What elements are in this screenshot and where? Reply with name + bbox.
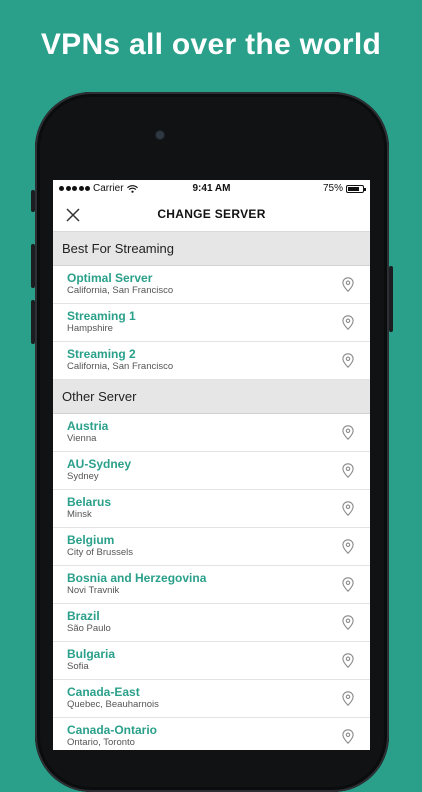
server-text: Streaming 2 California, San Francisco <box>67 347 174 373</box>
server-name: Bosnia and Herzegovina <box>67 571 207 585</box>
server-location: Sofia <box>67 661 89 672</box>
location-pin-icon[interactable] <box>342 729 354 744</box>
location-pin-icon[interactable] <box>342 539 354 554</box>
server-name: Austria <box>67 419 109 433</box>
server-text: Belgium City of Brussels <box>67 533 133 559</box>
phone-power-button <box>389 266 393 332</box>
server-location: California, San Francisco <box>67 285 174 296</box>
server-text: Canada-Ontario Ontario, Toronto <box>67 723 158 749</box>
server-location: Quebec, Beauharnois <box>67 699 159 710</box>
location-pin-icon[interactable] <box>342 315 354 330</box>
server-text: Bosnia and Herzegovina Novi Travnik <box>67 571 207 597</box>
server-text: Brazil São Paulo <box>67 609 111 635</box>
location-pin-icon[interactable] <box>342 691 354 706</box>
server-location: Novi Travnik <box>67 585 120 596</box>
section-header: Best For Streaming <box>53 232 370 266</box>
server-row[interactable]: Austria Vienna <box>53 414 370 452</box>
server-name: Streaming 2 <box>67 347 136 361</box>
battery-fill <box>348 186 359 191</box>
server-text: Austria Vienna <box>67 419 109 445</box>
server-location: City of Brussels <box>67 547 133 558</box>
server-row[interactable]: Streaming 2 California, San Francisco <box>53 342 370 380</box>
server-row[interactable]: Canada-Ontario Ontario, Toronto <box>53 718 370 750</box>
status-bar: Carrier 9:41 AM 75% <box>53 180 370 198</box>
server-name: Streaming 1 <box>67 309 136 323</box>
server-location: Minsk <box>67 509 92 520</box>
location-pin-icon[interactable] <box>342 501 354 516</box>
server-row[interactable]: Bosnia and Herzegovina Novi Travnik <box>53 566 370 604</box>
phone-volume-down-button <box>31 300 35 344</box>
server-row[interactable]: AU-Sydney Sydney <box>53 452 370 490</box>
server-text: AU-Sydney Sydney <box>67 457 132 483</box>
server-location: Hampshire <box>67 323 113 334</box>
server-row[interactable]: Brazil São Paulo <box>53 604 370 642</box>
server-name: AU-Sydney <box>67 457 132 471</box>
page-title: CHANGE SERVER <box>157 207 266 221</box>
server-row[interactable]: Optimal Server California, San Francisco <box>53 266 370 304</box>
server-name: Bulgaria <box>67 647 116 661</box>
nav-bar: CHANGE SERVER <box>53 198 370 232</box>
location-pin-icon[interactable] <box>342 353 354 368</box>
location-pin-icon[interactable] <box>342 277 354 292</box>
server-location: Sydney <box>67 471 99 482</box>
battery-icon <box>346 184 366 193</box>
server-list: Best For Streaming Optimal Server Californ… <box>53 232 370 750</box>
server-name: Optimal Server <box>67 271 153 285</box>
server-location: Ontario, Toronto <box>67 737 135 748</box>
server-name: Belgium <box>67 533 115 547</box>
phone-volume-up-button <box>31 244 35 288</box>
server-text: Bulgaria Sofia <box>67 647 116 673</box>
headline: VPNs all over the world <box>40 28 382 61</box>
location-pin-icon[interactable] <box>342 577 354 592</box>
location-pin-icon[interactable] <box>342 615 354 630</box>
server-name: Canada-Ontario <box>67 723 158 737</box>
location-pin-icon[interactable] <box>342 653 354 668</box>
phone-side-button <box>31 190 35 212</box>
location-pin-icon[interactable] <box>342 425 354 440</box>
server-text: Streaming 1 Hampshire <box>67 309 136 335</box>
location-pin-icon[interactable] <box>342 463 354 478</box>
server-row[interactable]: Belgium City of Brussels <box>53 528 370 566</box>
server-row[interactable]: Bulgaria Sofia <box>53 642 370 680</box>
server-row[interactable]: Streaming 1 Hampshire <box>53 304 370 342</box>
server-text: Belarus Minsk <box>67 495 112 521</box>
server-text: Optimal Server California, San Francisco <box>67 271 174 297</box>
server-location: Vienna <box>67 433 97 444</box>
server-row[interactable]: Belarus Minsk <box>53 490 370 528</box>
server-name: Brazil <box>67 609 100 623</box>
section-header: Other Server <box>53 380 370 414</box>
battery-percent: 75% <box>322 183 343 194</box>
server-location: California, San Francisco <box>67 361 174 372</box>
phone-screen: Carrier 9:41 AM 75% CHANGE SERVER Best F… <box>53 180 370 750</box>
camera-icon <box>156 131 164 139</box>
server-name: Belarus <box>67 495 112 509</box>
server-location: São Paulo <box>67 623 111 634</box>
server-row[interactable]: Canada-East Quebec, Beauharnois <box>53 680 370 718</box>
status-right: 75% <box>322 183 366 194</box>
server-name: Canada-East <box>67 685 140 699</box>
server-text: Canada-East Quebec, Beauharnois <box>67 685 159 711</box>
